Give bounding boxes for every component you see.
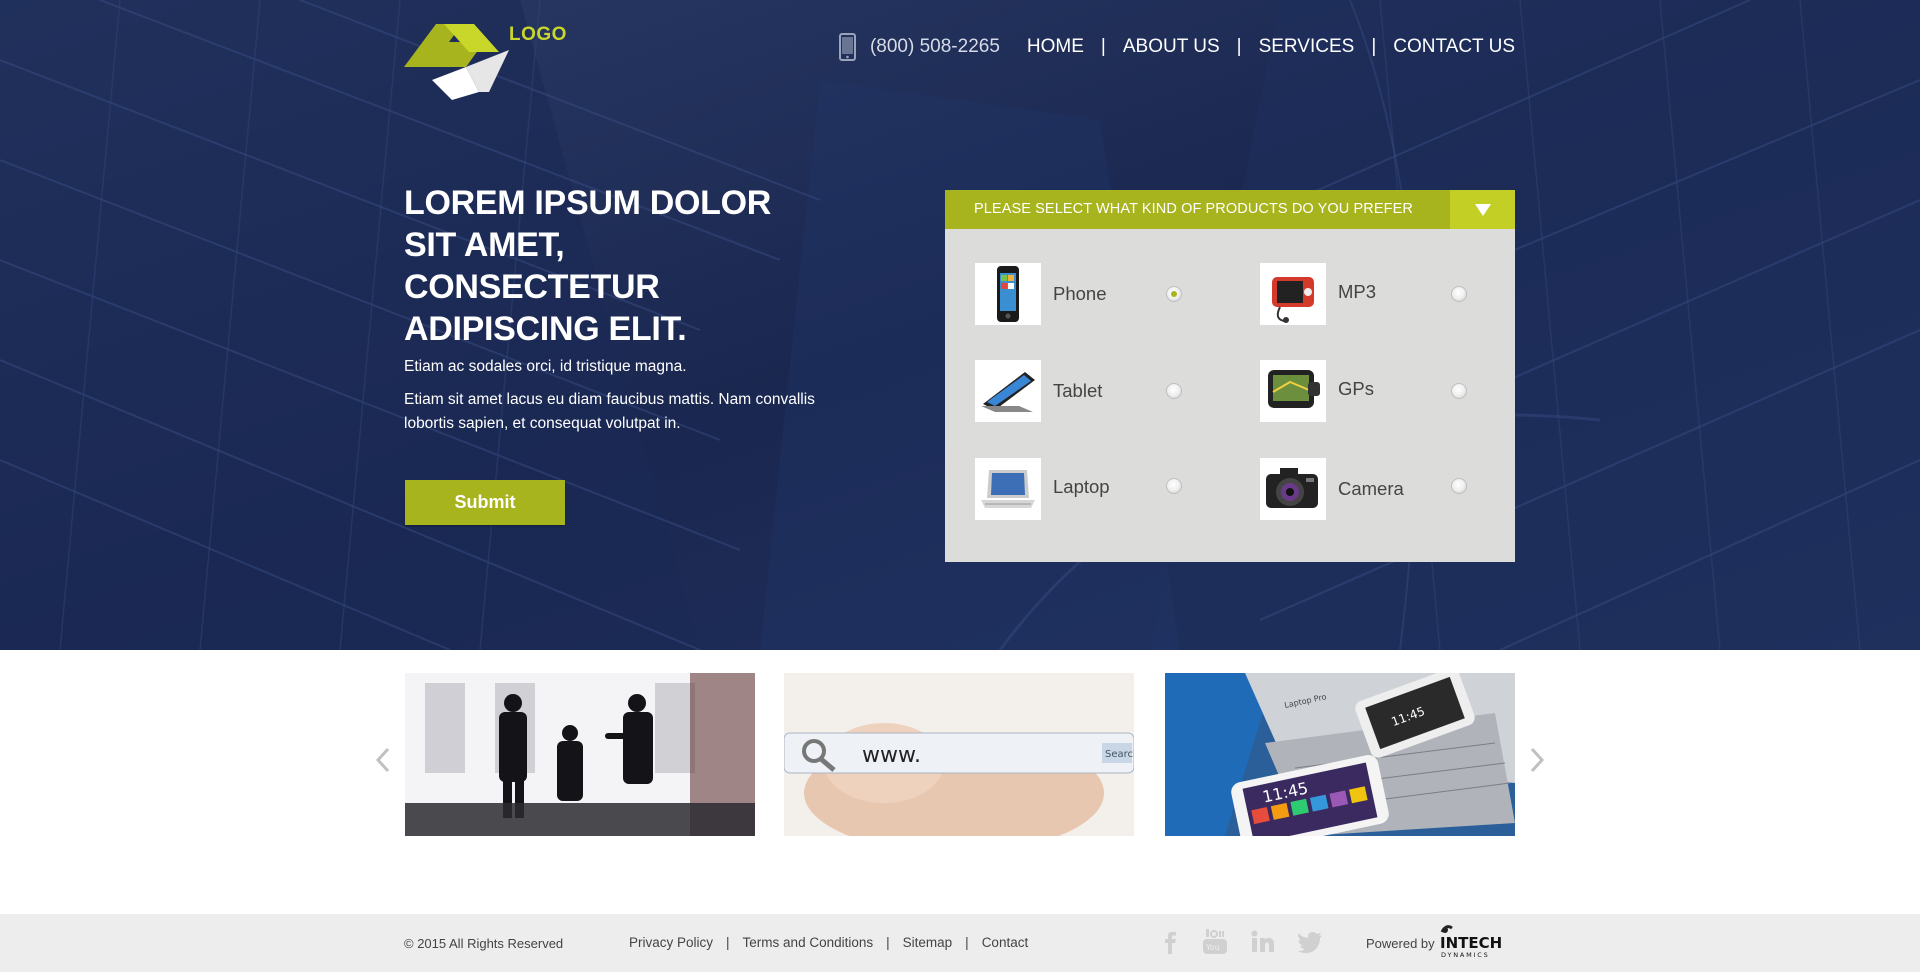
copyright-text: © 2015 All Rights Reserved — [404, 936, 564, 951]
product-preference-panel: PLEASE SELECT WHAT KIND OF PRODUCTS DO Y… — [945, 190, 1515, 562]
nav-contact-us[interactable]: CONTACT US — [1393, 36, 1515, 58]
footer-link-sitemap[interactable]: Sitemap — [903, 935, 953, 950]
product-label: GPs — [1338, 378, 1374, 399]
submit-button[interactable]: Submit — [405, 480, 565, 525]
product-option-laptop[interactable]: Laptop — [975, 458, 1235, 520]
footer-link-privacy-policy[interactable]: Privacy Policy — [629, 935, 713, 950]
nav-home[interactable]: HOME — [1027, 36, 1084, 58]
product-option-gps[interactable]: GPs — [1260, 360, 1520, 422]
product-label: Phone — [1053, 283, 1107, 304]
business-people-image — [405, 673, 755, 836]
panel-header: PLEASE SELECT WHAT KIND OF PRODUCTS DO Y… — [945, 190, 1515, 229]
nav-separator: | — [1100, 36, 1106, 57]
camera-icon — [1260, 458, 1326, 520]
hero-text-line-2: Etiam sit amet lacus eu diam faucibus ma… — [404, 391, 815, 432]
carousel-prev-arrow-icon[interactable] — [372, 745, 394, 775]
search-bar-image: www. Search — [784, 673, 1134, 836]
hero-title: LOREM IPSUM DOLOR SIT AMET, CONSECTETUR … — [404, 184, 772, 348]
devices-image: Laptop Pro 11:45 11:45 — [1165, 673, 1515, 836]
youtube-icon[interactable]: You — [1201, 928, 1229, 956]
laptop-icon — [975, 458, 1041, 520]
nav-about-us[interactable]: ABOUT US — [1123, 36, 1220, 58]
product-option-tablet[interactable]: Tablet — [975, 360, 1235, 422]
product-radio[interactable] — [1451, 478, 1467, 494]
footer: © 2015 All Rights Reserved Privacy Polic… — [0, 914, 1920, 972]
triangle-down-icon — [1474, 203, 1491, 216]
nav-separator: | — [1236, 36, 1242, 57]
carousel-slide-search[interactable]: www. Search — [784, 673, 1134, 836]
footer-link-separator: | — [965, 935, 969, 950]
gps-device-icon — [1260, 360, 1326, 422]
product-label: Tablet — [1053, 380, 1103, 401]
linkedin-icon[interactable] — [1248, 928, 1276, 956]
powered-by-text: Powered by — [1366, 936, 1435, 951]
facebook-icon[interactable] — [1158, 928, 1186, 956]
panel-heading: PLEASE SELECT WHAT KIND OF PRODUCTS DO Y… — [974, 201, 1413, 217]
footer-link-separator: | — [726, 935, 730, 950]
intech-brand-sub: DYNAMICS — [1441, 951, 1490, 959]
phone-product-icon — [975, 263, 1041, 325]
carousel-slide-business-people[interactable] — [405, 673, 755, 836]
product-label: Camera — [1338, 478, 1404, 499]
footer-link-contact[interactable]: Contact — [982, 935, 1029, 950]
product-radio[interactable] — [1166, 478, 1182, 494]
search-button-text: Search — [1105, 749, 1134, 760]
top-navigation: (800) 508-2265 HOME | ABOUT US | SERVICE… — [838, 32, 1515, 62]
carousel-next-arrow-icon[interactable] — [1526, 745, 1548, 775]
twitter-icon[interactable] — [1296, 928, 1324, 956]
product-radio[interactable] — [1166, 286, 1182, 302]
product-option-mp3[interactable]: MP3 — [1260, 263, 1520, 325]
intech-dynamics-logo[interactable]: INTECH DYNAMICS — [1440, 924, 1516, 960]
mp3-player-icon — [1260, 263, 1326, 325]
footer-link-separator: | — [886, 935, 890, 950]
product-option-phone[interactable]: Phone — [975, 263, 1235, 325]
phone-icon — [838, 33, 856, 61]
hero-text-line-1: Etiam ac sodales orci, id tristique magn… — [404, 358, 687, 375]
product-radio[interactable] — [1166, 383, 1182, 399]
product-radio[interactable] — [1451, 286, 1467, 302]
product-radio[interactable] — [1451, 383, 1467, 399]
hero-section: LOGO (800) 508-2265 HOME | ABOUT US | SE… — [0, 0, 1920, 650]
intech-brand-name: INTECH — [1440, 934, 1502, 952]
phone-number[interactable]: (800) 508-2265 — [870, 36, 1000, 58]
product-label: MP3 — [1338, 281, 1377, 302]
footer-link-terms[interactable]: Terms and Conditions — [743, 935, 874, 950]
product-option-camera[interactable]: Camera — [1260, 458, 1520, 520]
nav-separator: | — [1371, 36, 1377, 57]
carousel-slide-devices[interactable]: Laptop Pro 11:45 11:45 — [1165, 673, 1515, 836]
nav-services[interactable]: SERVICES — [1259, 36, 1355, 58]
panel-dropdown-toggle[interactable] — [1450, 190, 1515, 229]
logo-text[interactable]: LOGO — [509, 24, 567, 46]
footer-links: Privacy Policy | Terms and Conditions | … — [629, 935, 1028, 950]
product-label: Laptop — [1053, 476, 1110, 497]
tablet-icon — [975, 360, 1041, 422]
svg-text:You: You — [1205, 943, 1220, 952]
search-url-text: www. — [862, 743, 921, 768]
